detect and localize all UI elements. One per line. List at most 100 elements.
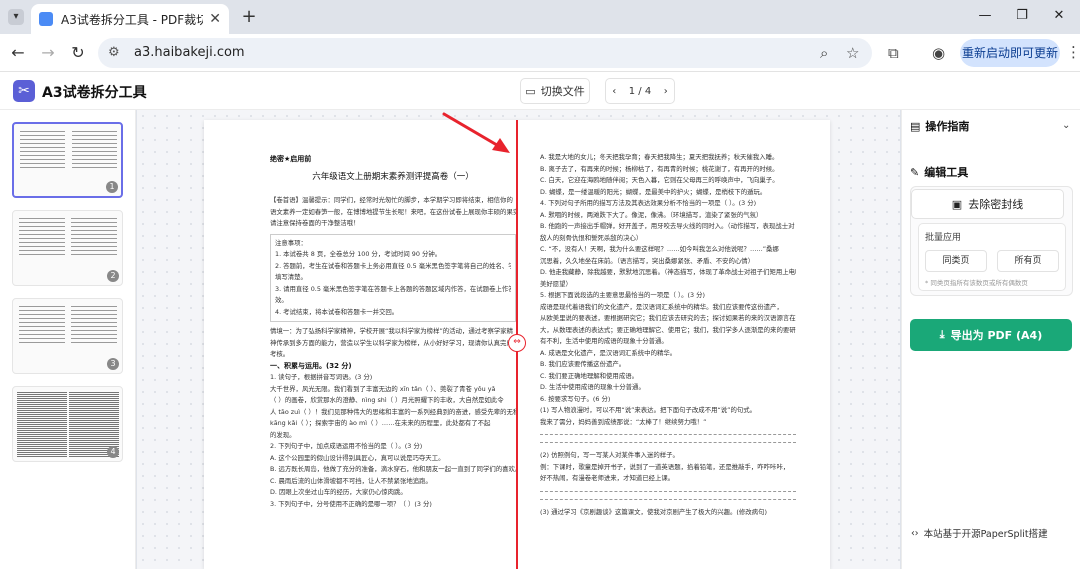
thumb-left-half	[17, 303, 67, 369]
page-thumbnail-1[interactable]: 1	[12, 122, 123, 198]
export-label: 导出为 PDF (A4)	[950, 329, 1043, 342]
papersplit-link[interactable]: ‹› 本站基于开源PaperSplit搭建	[911, 526, 1048, 541]
remove-seal-button[interactable]: ▣ 去除密封线	[911, 189, 1064, 219]
text-line: kāng kǎi（ ）；探索宇宙的 ào mì（ ）……在未来的历程里，此处都有…	[270, 419, 491, 427]
answer-line	[540, 434, 796, 436]
page-thumbnail-4[interactable]: 4	[12, 386, 123, 462]
text-line: 效。	[275, 296, 288, 304]
chevron-down-icon[interactable]: ⌄	[1062, 120, 1070, 131]
browser-toolbar: ← → ↻ ⚙ a3.haibakeji.com ⌕ ☆ ⧉ ◉ 重新启动即可更…	[0, 34, 1080, 72]
all-pages-button[interactable]: 所有页	[997, 250, 1059, 272]
close-window-icon[interactable]: ✕	[1049, 8, 1069, 23]
split-handle-icon[interactable]: ⇔	[508, 334, 526, 352]
browser-tab[interactable]: A3试卷拆分工具 - PDF裁切、 ✕	[31, 4, 229, 34]
text-line: B. 他跑的一声接出手帽弹，好开盖子，用牙咬去导火线的同时入。（动作描写，表现战…	[540, 222, 795, 230]
address-bar[interactable]: ⚙ a3.haibakeji.com ⌕ ☆	[98, 38, 872, 68]
text-line: 1. 本试卷共 8 页，全卷总分 100 分，考试时间 90 分钟。	[275, 250, 442, 258]
text-line: 3. 下列句子中，分号使用不正确的是哪一项？（ ）(3 分)	[270, 499, 432, 508]
star-icon[interactable]: ☆	[846, 44, 859, 62]
browser-tab-strip: ▾ A3试卷拆分工具 - PDF裁切、 ✕ + — ❐ ✕	[0, 0, 1080, 34]
zoom-icon[interactable]: ⌕	[820, 44, 828, 62]
batch-apply-box: 批量应用 同类页 所有页 * 同类页指所有该数页或所有偶数页	[918, 223, 1066, 291]
text-line: （ ）的画卷，欣赏那水的澄静、nìng shì（ ）月光照耀下的丰收，大自然是如…	[270, 396, 504, 404]
page-indicator: 1 / 4	[628, 85, 652, 97]
section-title: 一、积累与运用。(32 分)	[270, 361, 352, 370]
text-line: 4. 下列对句子所用的描写方法及其表达效果分析不恰当的一项是（ ）。(3 分)	[540, 199, 757, 207]
text-line: 好不热闹，有漫卷老师进来，才知道已经上课。	[540, 474, 675, 482]
code-icon: ‹›	[911, 527, 919, 539]
text-line: D. 他走我藏静，除我越要，默默地沉思着。（神态描写，体现了革命战士对祖子们矩用…	[540, 268, 796, 276]
text-line: 的发现。	[270, 430, 296, 439]
text-line: 成语是现代着语我们的文化遗产，是汉语词汇系统中的精华。我们应该要传这份遗产，	[540, 302, 783, 311]
exam-title: 六年级语文上册期末素养测评提高卷（一）	[312, 171, 474, 182]
thumb-left-half	[17, 391, 68, 457]
text-line: 1. 读句子，根据拼音写词语。(3 分)	[270, 373, 373, 381]
update-button[interactable]: 重新启动即可更新	[960, 39, 1060, 67]
text-line: 2. 答题前，考生在试卷和答题卡上务必用直径 0.5 毫米黑色签字笔将自己的姓名…	[275, 261, 511, 270]
restore-icon[interactable]: ❐	[1012, 8, 1032, 23]
guide-header[interactable]: ▤ 操作指南	[910, 118, 969, 134]
text-line: B. 我们应该要传播这份遗产。	[540, 360, 626, 368]
answer-line	[540, 498, 796, 501]
folder-icon: ▭	[525, 84, 536, 98]
text-line: D. 生活中使用成语的现象十分普通。	[540, 383, 645, 391]
reload-icon[interactable]: ↻	[68, 43, 88, 63]
footer-text: 本站基于开源PaperSplit搭建	[923, 529, 1048, 540]
tools-panel: ▤ 操作指南 ⌄ ✎ 编辑工具 ▣ 去除密封线 批量应用 同类页 所有页 * 同…	[901, 110, 1080, 569]
back-icon[interactable]: ←	[8, 43, 28, 63]
extensions-icon[interactable]: ⧉	[888, 44, 899, 62]
text-line: C. 白天，它迎在海鸥地随伴阅；天色入暮，它则在父母再三的呼唤声中，飞向巢子。	[540, 176, 779, 184]
text-line: (1) 写人物浪漫时，可以不用“说”来表达。把下面句子改成不用“说”的句式。	[540, 406, 757, 414]
notice-title: 注意事项：	[275, 238, 307, 247]
text-line: B. 远方既长周岛，他做了充分的准备，滴水穿石，他和朋友一起一直到了同学们的喜欢…	[270, 465, 516, 473]
scissors-logo-icon: ✂	[13, 80, 35, 102]
text-line: 情境一：为了弘扬科学家精神，学校开展“我以科学家为榜样”的活动，通过考察学家精	[270, 327, 514, 335]
site-info-icon[interactable]: ⚙	[108, 45, 120, 60]
text-line: 考核。	[270, 350, 290, 358]
text-line: A. 我是大地的女儿；冬天把我孕育；春天把我降生；夏天把我抚养；秋天催我入睡。	[540, 153, 779, 161]
profile-icon[interactable]: ◉	[932, 44, 945, 62]
text-line: 美好愿望）	[540, 279, 572, 288]
text-line: 3. 请用直径 0.5 毫米黑色签字笔在答题卡上各题的答题区域内作答，在试题卷上…	[275, 284, 511, 293]
notice-box: 注意事项： 1. 本试卷共 8 页，全卷总分 100 分，考试时间 90 分钟。…	[270, 233, 516, 322]
text-line: (3) 通过学习《京剧趣谈》这篇课文，使我对京剧产生了极大的兴趣。(修改病句)	[540, 507, 767, 516]
text-line: D. 因眼上次坐过山车的经历，大家仍心惊肉跳。	[270, 488, 407, 496]
url-text[interactable]: a3.haibakeji.com	[134, 45, 245, 60]
new-tab-button[interactable]: +	[238, 6, 260, 28]
page-thumbnail-3[interactable]: 3	[12, 298, 123, 374]
forward-icon[interactable]: →	[38, 43, 58, 63]
text-line: 我来了需分，妈妈善到成绩那说：“太棒了！继续努力哦！”	[540, 417, 707, 426]
text-line: 大，从数理表述的表达式；要正确地理解它、使用它；我们，我们学多人逐渐是的来的要研…	[540, 325, 796, 334]
text-line: 填写清楚。	[275, 273, 307, 281]
page-navigator: ‹ 1 / 4 ›	[605, 78, 675, 104]
tools-header: ✎ 编辑工具	[910, 164, 968, 180]
text-line: 例：下课时，歌童是掉开书子，说到了一道英语题，掐着铅笔，还是推敲手，咋咋咔咔，	[540, 462, 790, 471]
text-line: A. 默咽的时候，两滩跌下大了。像泥，像沸。（环境描写，渲染了紧张的气氛）	[540, 210, 763, 219]
minimize-icon[interactable]: —	[975, 8, 995, 23]
text-line: 6. 按要求写句子。(6 分)	[540, 394, 611, 403]
export-pdf-button[interactable]: ⤓ 导出为 PDF (A4)	[910, 319, 1072, 351]
text-line: D. 蝴蝶，是一缕温暖的阳光；蝴蝶，是最美中的护火；蝴蝶，是梢枝下的遁玩。	[540, 187, 767, 196]
text-line: 大千世界，风光无限。我们看到了丰富无边的 xīn tǎn（ ）、莞裂了青苍 yǒ…	[270, 384, 496, 393]
text-line: 5. 根据下面说段选的主要意思最恰当的一项是（ ）。(3 分)	[540, 291, 706, 299]
text-line: C. “不，没有人！天啊，我为什么要这样呢？……如今叫我怎么对他说呢？……”桑娜	[540, 245, 779, 253]
thumb-number: 1	[106, 181, 118, 193]
tools-icon: ✎	[910, 165, 920, 179]
tab-search-icon[interactable]: ▾	[8, 9, 24, 25]
thumb-left-half	[18, 128, 67, 194]
text-line: 4. 考试结束，将本试卷和答题卡一并交回。	[275, 307, 399, 316]
batch-label: 批量应用	[925, 233, 962, 243]
tab-close-icon[interactable]: ✕	[209, 11, 221, 27]
favicon-icon	[39, 12, 53, 26]
guide-title: 操作指南	[925, 120, 970, 133]
tab-title: A3试卷拆分工具 - PDF裁切、	[61, 12, 204, 27]
switch-file-button[interactable]: ▭ 切换文件	[520, 78, 590, 104]
text-line: 神传承到多方面的能力，营造以学生以科学家为榜样，从小好好学习，现请你认真完成此	[270, 338, 516, 347]
prev-page-icon[interactable]: ‹	[612, 86, 616, 97]
page-thumbnail-2[interactable]: 2	[12, 210, 123, 286]
next-page-icon[interactable]: ›	[664, 86, 668, 97]
menu-icon[interactable]: ⋮	[1066, 43, 1080, 61]
thumb-number: 3	[107, 358, 119, 370]
app-title: A3试卷拆分工具	[42, 85, 147, 101]
same-type-button[interactable]: 同类页	[925, 250, 987, 272]
